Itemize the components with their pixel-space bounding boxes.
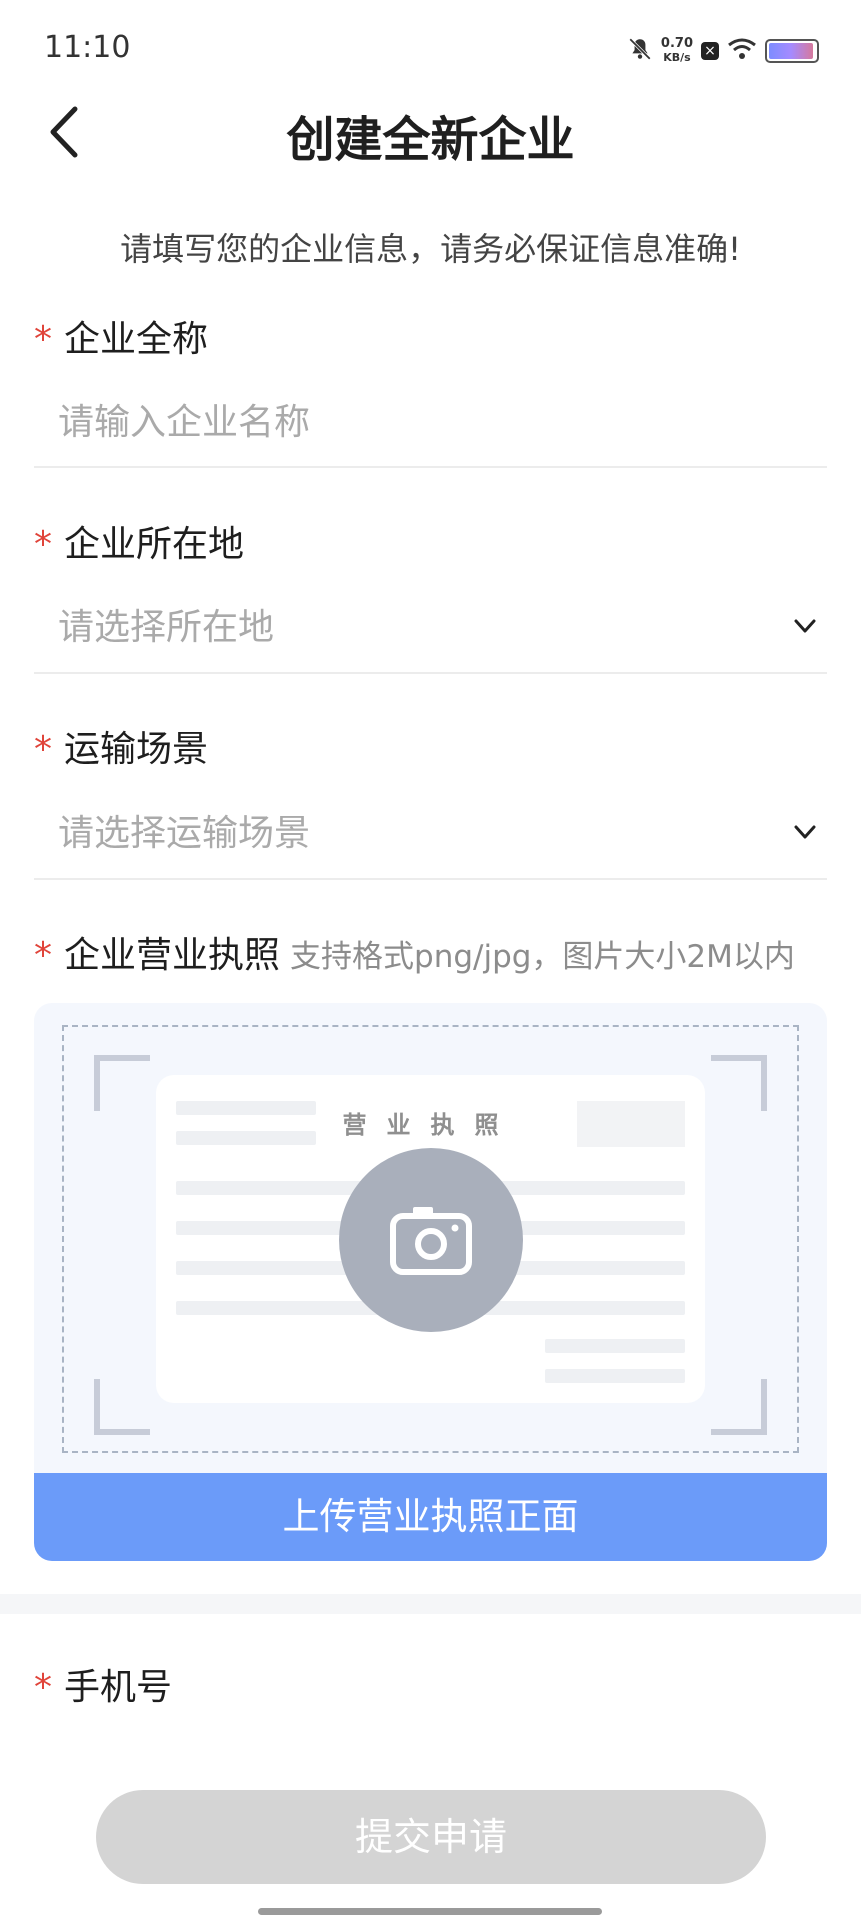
speed-unit: KB/s [663, 51, 691, 64]
camera-icon [390, 1207, 472, 1275]
submit-button[interactable]: 提交申请 [96, 1790, 766, 1884]
transport-scene-select[interactable]: 请选择运输场景 [58, 806, 818, 862]
frame-corner [94, 1055, 150, 1111]
page-title: 创建全新企业 [286, 112, 575, 168]
camera-button[interactable] [339, 1148, 523, 1332]
company-name-label-text: 企业全称 [64, 319, 209, 360]
frame-corner [94, 1379, 150, 1435]
license-upload-card[interactable]: 营业执照 上传营业执照正面 [34, 1003, 827, 1561]
chevron-down-icon[interactable] [791, 818, 819, 846]
required-mark: * [34, 935, 52, 976]
frame-corner [711, 1379, 767, 1435]
phone-label: * 手机号 [34, 1658, 172, 1710]
license-format-hint: 支持格式png/jpg，图片大小2M以内 [290, 939, 795, 975]
home-indicator[interactable] [258, 1908, 602, 1915]
company-name-label: * 企业全称 [34, 310, 208, 362]
location-label-text: 企业所在地 [64, 524, 245, 565]
license-label-text: 企业营业执照 [64, 935, 281, 976]
required-mark: * [34, 319, 52, 360]
status-icons: 0.70 KB/s × [627, 34, 819, 68]
upload-license-button[interactable]: 上传营业执照正面 [34, 1473, 827, 1561]
frame-corner [711, 1055, 767, 1111]
company-name-input[interactable]: 请输入企业名称 [58, 395, 818, 451]
transport-scene-label: * 运输场景 [34, 720, 208, 772]
close-box-icon: × [701, 42, 719, 60]
divider [34, 672, 827, 674]
divider [34, 878, 827, 880]
phone-label-text: 手机号 [64, 1667, 173, 1708]
required-mark: * [34, 524, 52, 565]
intro-text: 请填写您的企业信息，请务必保证信息准确! [120, 230, 741, 268]
section-divider [0, 1594, 861, 1614]
license-label: * 企业营业执照 支持格式png/jpg，图片大小2M以内 [34, 926, 795, 978]
network-speed: 0.70 KB/s [661, 37, 693, 65]
placeholder-line [545, 1339, 685, 1353]
location-label: * 企业所在地 [34, 515, 244, 567]
placeholder-line [545, 1369, 685, 1383]
transport-scene-label-text: 运输场景 [64, 729, 209, 770]
required-mark: * [34, 1667, 52, 1708]
chevron-down-icon[interactable] [791, 612, 819, 640]
required-mark: * [34, 729, 52, 770]
wifi-icon [727, 37, 757, 65]
status-time: 11:10 [44, 30, 131, 65]
divider [34, 466, 827, 468]
location-select[interactable]: 请选择所在地 [58, 600, 818, 656]
speed-value: 0.70 [660, 36, 693, 51]
placeholder-stamp [577, 1101, 685, 1147]
battery-icon [765, 39, 819, 63]
battery-fill [769, 43, 813, 59]
mute-bell-icon [627, 36, 653, 66]
